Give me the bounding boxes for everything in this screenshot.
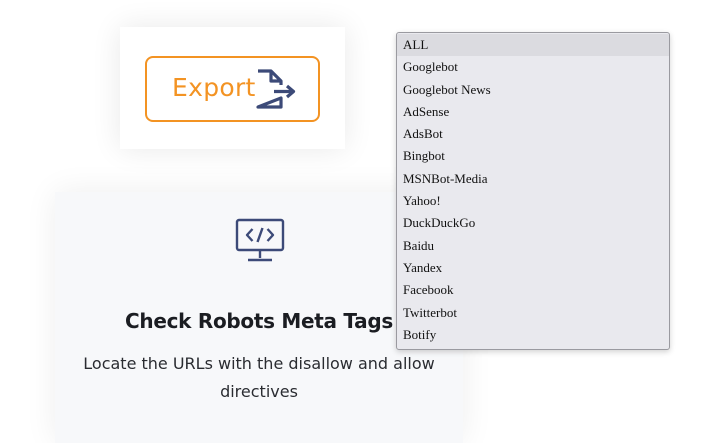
feature-description: Locate the URLs with the disallow and al… <box>83 354 435 401</box>
bot-select-dropdown[interactable]: ALL Googlebot Googlebot News AdSense Ads… <box>396 32 670 350</box>
dropdown-option-yahoo[interactable]: Yahoo! <box>397 190 669 212</box>
dropdown-option-facebook[interactable]: Facebook <box>397 279 669 301</box>
dropdown-option-duckduckgo[interactable]: DuckDuckGo <box>397 212 669 234</box>
dropdown-option-botify[interactable]: Botify <box>397 324 669 346</box>
dropdown-option-googlebot-news[interactable]: Googlebot News <box>397 79 669 101</box>
export-button-label: Export <box>172 73 256 102</box>
dropdown-option-bingbot[interactable]: Bingbot <box>397 145 669 167</box>
file-export-icon <box>255 68 301 110</box>
dropdown-option-adsbot[interactable]: AdsBot <box>397 123 669 145</box>
dropdown-option-twitterbot[interactable]: Twitterbot <box>397 302 669 324</box>
dropdown-option-yandex[interactable]: Yandex <box>397 257 669 279</box>
dropdown-option-adsense[interactable]: AdSense <box>397 101 669 123</box>
dropdown-option-googlebot[interactable]: Googlebot <box>397 56 669 78</box>
dropdown-option-msnbot-media[interactable]: MSNBot-Media <box>397 168 669 190</box>
code-monitor-icon <box>235 218 285 264</box>
dropdown-option-baidu[interactable]: Baidu <box>397 235 669 257</box>
dropdown-option-all[interactable]: ALL <box>397 34 669 57</box>
export-button[interactable]: Export <box>145 56 320 122</box>
export-card: Export <box>120 27 345 149</box>
